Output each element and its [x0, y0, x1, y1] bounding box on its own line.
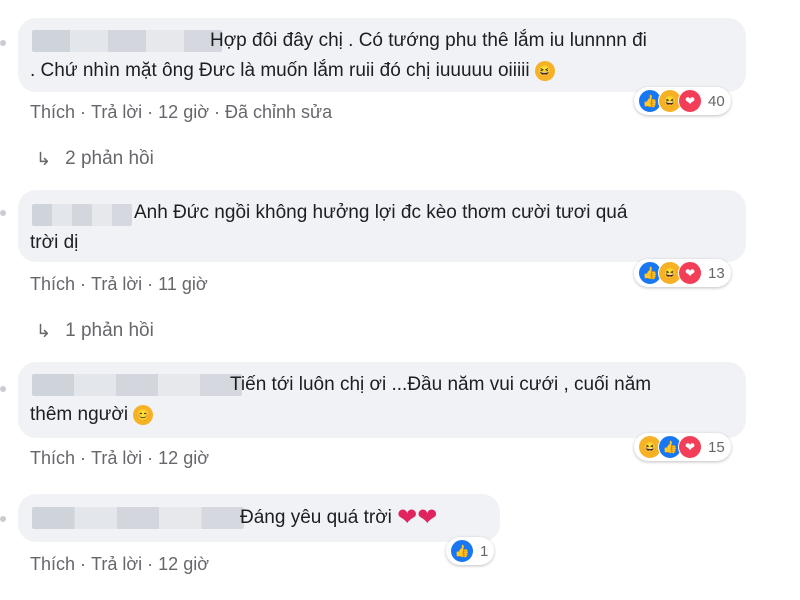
reaction-summary[interactable]: 👍 😆 ❤ 13	[634, 259, 731, 287]
comment-text: Anh Đức ngồi không hưởng lợi đc kèo thơm…	[134, 202, 628, 223]
timestamp[interactable]: 11 giờ	[158, 274, 208, 295]
reply-link[interactable]: Trả lời	[91, 102, 142, 123]
comment-text: Đáng yêu quá trời ❤❤	[240, 504, 438, 531]
smiling-emoji-icon: 😊	[133, 404, 154, 425]
reaction-summary[interactable]: 👍 😆 ❤ 40	[634, 87, 731, 115]
comment-actions: Thích · Trả lời · 11 giờ	[30, 274, 208, 295]
reply-link[interactable]: Trả lời	[91, 554, 142, 575]
replies-count: 2 phản hồi	[65, 148, 154, 169]
reaction-summary[interactable]: 👍 1	[446, 537, 495, 565]
comment-bubble: Tiến tới luôn chị ơi ...Đầu năm vui cưới…	[18, 362, 746, 438]
laughing-emoji-icon: 😆	[534, 60, 555, 81]
comment-bubble: Đáng yêu quá trời ❤❤	[18, 494, 500, 542]
comment-actions: Thích · Trả lời · 12 giờ · Đã chỉnh sửa	[30, 102, 333, 123]
comment-text: trời dị	[30, 232, 79, 253]
comment-bubble: Anh Đức ngồi không hưởng lợi đc kèo thơm…	[18, 190, 746, 262]
like-link[interactable]: Thích	[30, 554, 75, 575]
reaction-count: 40	[708, 92, 725, 110]
replies-count: 1 phản hồi	[65, 320, 154, 341]
blurred-author-name[interactable]	[32, 30, 222, 52]
like-link[interactable]: Thích	[30, 102, 75, 123]
reaction-count: 1	[480, 542, 489, 560]
timestamp[interactable]: 12 giờ	[158, 102, 209, 123]
avatar[interactable]	[0, 516, 6, 522]
comment-actions: Thích · Trả lời · 12 giờ	[30, 554, 210, 575]
comment-text: Tiến tới luôn chị ơi ...Đầu năm vui cưới…	[230, 374, 652, 395]
comment-actions: Thích · Trả lời · 12 giờ	[30, 448, 210, 469]
reply-link[interactable]: Trả lời	[91, 448, 142, 469]
comment-text: . Chứ nhìn mặt ông Đưc là muốn lắm ruii …	[30, 56, 555, 86]
love-icon: ❤	[678, 89, 702, 113]
edited-label[interactable]: Đã chỉnh sửa	[225, 102, 332, 123]
love-icon: ❤	[678, 261, 702, 285]
comment-text: thêm người 😊	[30, 400, 154, 430]
comment-bubble: Hợp đôi đây chị . Có tướng phu thê lắm i…	[18, 18, 746, 92]
like-link[interactable]: Thích	[30, 274, 75, 295]
timestamp[interactable]: 12 giờ	[158, 448, 209, 469]
reaction-summary[interactable]: 😆 👍 ❤ 15	[634, 433, 731, 461]
view-replies-link[interactable]: ↳ 1 phản hồi	[36, 320, 154, 342]
reaction-count: 13	[708, 264, 725, 282]
reaction-count: 15	[708, 438, 725, 456]
comment-text: Hợp đôi đây chị . Có tướng phu thê lắm i…	[210, 30, 647, 51]
timestamp[interactable]: 12 giờ	[158, 554, 209, 575]
like-icon: 👍	[450, 539, 474, 563]
blurred-author-name[interactable]	[32, 507, 244, 529]
blurred-author-name[interactable]	[32, 374, 242, 396]
reply-arrow-icon: ↳	[36, 148, 52, 169]
heart-emoji-icon: ❤	[397, 504, 418, 531]
avatar[interactable]	[0, 386, 6, 392]
like-link[interactable]: Thích	[30, 448, 75, 469]
heart-emoji-icon: ❤	[417, 504, 438, 531]
reply-arrow-icon: ↳	[36, 320, 52, 341]
reply-link[interactable]: Trả lời	[91, 274, 142, 295]
avatar[interactable]	[0, 40, 6, 46]
love-icon: ❤	[678, 435, 702, 459]
avatar[interactable]	[0, 210, 6, 216]
blurred-author-name[interactable]	[32, 204, 132, 226]
view-replies-link[interactable]: ↳ 2 phản hồi	[36, 148, 154, 170]
